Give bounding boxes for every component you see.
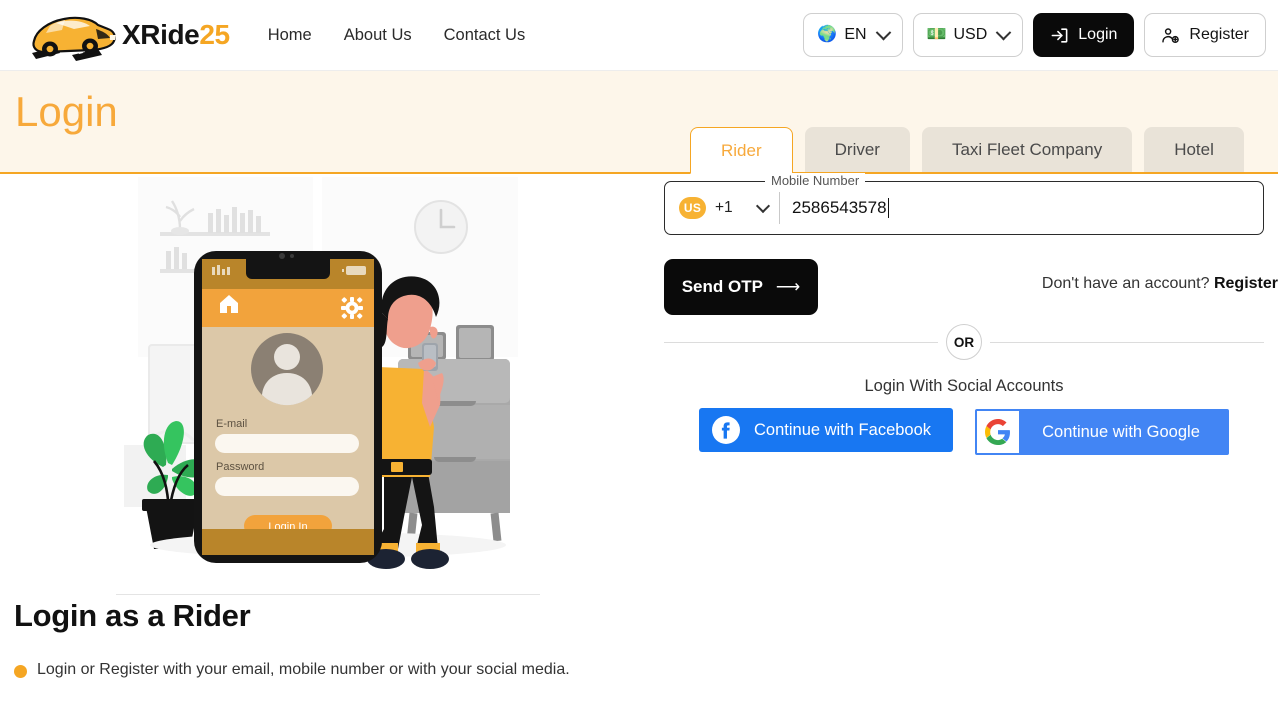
country-code-selector[interactable]: US +1 [665,197,777,219]
page-banner: Login Rider Driver Taxi Fleet Company Ho… [0,71,1278,174]
social-login-buttons: Continue with Facebook Continue with Goo… [699,408,1229,455]
login-illustration-graphic: E-mail Password Login In [124,177,518,569]
send-otp-button[interactable]: Send OTP ⟶ [664,259,818,315]
login-button-label: Login [1078,26,1118,43]
divider-line-right [990,341,1264,343]
mobile-number-field[interactable]: Mobile Number US +1 2586543578 [664,173,1264,235]
social-accounts-label: Login With Social Accounts [864,377,1064,395]
arrow-right-icon: ⟶ [775,277,801,296]
field-separator [779,192,780,224]
globe-icon: 🌍 [817,26,838,43]
text-caret [887,198,889,218]
tab-driver[interactable]: Driver [804,127,910,172]
or-divider: OR [664,324,1264,360]
login-form-column: Mobile Number US +1 2586543578 Send OTP … [664,173,1278,715]
chevron-down-icon [875,24,891,40]
chevron-down-icon [755,198,770,214]
tab-taxi-fleet-company[interactable]: Taxi Fleet Company [921,127,1133,172]
login-illustration: E-mail Password Login In [116,177,540,573]
login-button[interactable]: Login [1033,13,1135,57]
mobile-number-input[interactable]: 2586543578 [792,198,887,218]
user-plus-icon [1162,27,1180,43]
site-header: XRide25 Home About Us Contact Us 🌍 EN 💵 … [0,0,1278,71]
no-account-text: Don't have an account? Register [1042,275,1278,293]
page-title: Login [15,88,118,135]
nav-item-contact-us[interactable]: Contact Us [444,26,526,45]
brand-number: 25 [199,19,230,50]
tab-hotel[interactable]: Hotel [1144,127,1244,172]
register-button-label: Register [1189,26,1249,43]
chevron-down-icon [995,24,1012,40]
rider-info-text: Login or Register with your email, mobil… [37,661,570,678]
divider-line-left [664,341,938,343]
currency-label: USD [953,26,988,43]
language-selector[interactable]: 🌍 EN [803,13,903,57]
google-login-button[interactable]: Continue with Google [975,409,1229,455]
phone-email-label: E-mail [216,418,247,430]
nav-item-about-us[interactable]: About Us [344,26,412,45]
left-column: E-mail Password Login In Login as a Ride… [0,174,664,715]
brand-name: XRide [122,19,200,50]
sign-in-icon [1051,27,1068,43]
main-nav: Home About Us Contact Us [268,26,526,45]
car-logo-icon [32,16,116,61]
country-flag-badge: US [679,197,706,219]
google-login-label: Continue with Google [1042,422,1200,441]
language-label: EN [844,26,867,43]
no-account-prompt: Don't have an account? [1041,275,1214,292]
page-main: E-mail Password Login In Login as a Ride… [0,173,1278,715]
facebook-glyph [713,417,739,443]
or-label: OR [946,324,982,360]
brand-logo[interactable]: XRide25 [26,7,230,63]
register-button[interactable]: Register [1144,13,1266,57]
facebook-icon [712,416,740,444]
nav-item-home[interactable]: Home [268,26,312,45]
send-otp-label: Send OTP [681,277,763,296]
role-tabs: Rider Driver Taxi Fleet Company Hotel [690,127,1244,174]
country-dial-code: +1 [715,199,733,216]
facebook-login-button[interactable]: Continue with Facebook [699,408,953,452]
brand-text: XRide25 [122,21,230,49]
rider-info-bullet: Login or Register with your email, mobil… [14,661,570,679]
google-icon [977,411,1019,453]
register-link[interactable]: Register [1214,275,1278,292]
header-actions: 🌍 EN 💵 USD Login Register [803,13,1266,57]
bullet-dot-icon [14,665,27,678]
facebook-login-label: Continue with Facebook [754,420,932,439]
mobile-number-label: Mobile Number [765,173,866,188]
tab-rider[interactable]: Rider [690,127,793,174]
phone-password-label: Password [216,461,264,473]
google-glyph [985,419,1010,445]
currency-selector[interactable]: 💵 USD [912,13,1024,57]
money-icon: 💵 [926,26,947,43]
login-as-rider-heading: Login as a Rider [14,598,251,633]
section-divider [116,594,540,595]
